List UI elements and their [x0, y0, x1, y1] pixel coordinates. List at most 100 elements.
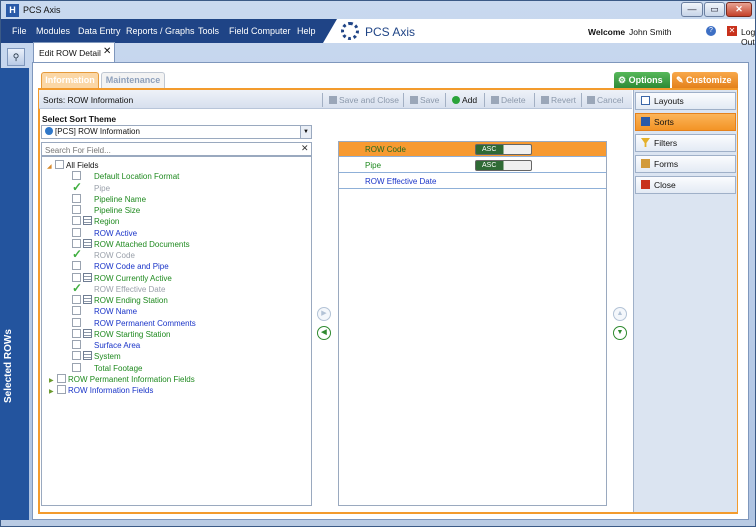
save-and-close-button[interactable]: Save and Close — [329, 95, 399, 105]
tree-field-label: Pipe — [94, 184, 111, 193]
tree-field-row[interactable]: System — [72, 351, 121, 362]
sort-row[interactable]: ROW Effective Date — [339, 174, 606, 189]
tree-field-row[interactable]: ✓ ROW Code — [72, 248, 135, 261]
toolbar-divider — [581, 93, 582, 107]
tree-group-row[interactable]: ▶ ROW Permanent Information Fields — [49, 374, 195, 385]
tree-field-row[interactable]: Pipeline Name — [72, 194, 146, 205]
chevron-down-icon[interactable]: ▼ — [300, 126, 311, 138]
cancel-button[interactable]: Cancel — [587, 95, 623, 105]
window-title: PCS Axis — [23, 5, 61, 15]
tree-field-row[interactable]: ROW Name — [72, 306, 137, 317]
tree-field-row[interactable]: Pipeline Size — [72, 205, 140, 216]
menu-file[interactable]: File — [12, 26, 27, 36]
tab-information[interactable]: Information — [41, 72, 99, 88]
checkbox[interactable] — [72, 295, 81, 304]
tree-field-row[interactable]: Surface Area — [72, 340, 140, 351]
help-icon[interactable]: ? — [706, 26, 716, 36]
checkbox[interactable] — [72, 216, 81, 225]
tree-group-row[interactable]: ▶ ROW Information Fields — [49, 385, 153, 396]
logout-link[interactable]: Log Out — [741, 27, 755, 47]
close-window-button[interactable]: ✕ — [726, 2, 752, 17]
checkbox[interactable] — [72, 351, 81, 360]
tree-root-row[interactable]: ◢ All Fields — [47, 160, 98, 171]
expand-arrow-icon[interactable]: ◢ — [47, 162, 55, 173]
nav-layouts[interactable]: Layouts — [635, 92, 736, 110]
sort-theme-select[interactable]: [PCS] ROW Information — [41, 125, 312, 139]
move-up-arrow-icon[interactable]: ▲ — [613, 307, 627, 321]
nav-forms-label: Forms — [654, 159, 679, 169]
menu-tools[interactable]: Tools — [198, 26, 219, 36]
save-icon — [410, 96, 418, 104]
search-icon[interactable]: ⚲ — [7, 48, 25, 66]
delete-button[interactable]: Delete — [491, 95, 526, 105]
revert-button[interactable]: Revert — [541, 95, 576, 105]
options-button[interactable]: ⚙ Options — [614, 72, 670, 88]
nav-forms[interactable]: Forms — [635, 155, 736, 173]
customize-nav — [633, 90, 737, 512]
tree-field-label: ROW Currently Active — [94, 274, 172, 283]
close-tab-icon[interactable]: ✕ — [103, 46, 111, 57]
checkbox[interactable] — [72, 340, 81, 349]
tree-field-row[interactable]: ✓ ROW Effective Date — [72, 282, 165, 295]
checkbox[interactable] — [72, 363, 81, 372]
minimize-button[interactable]: — — [681, 2, 703, 17]
tree-field-row[interactable]: ROW Active — [72, 228, 137, 239]
menu-modules[interactable]: Modules — [36, 26, 70, 36]
tree-field-label: System — [94, 352, 121, 361]
sort-order-toggle[interactable]: ASC — [475, 160, 532, 171]
tree-field-row[interactable]: ROW Permanent Comments — [72, 318, 196, 329]
sort-row[interactable]: ROW Code — [339, 142, 606, 157]
checkbox[interactable] — [57, 385, 66, 394]
checkbox[interactable] — [72, 228, 81, 237]
tree-field-row[interactable]: ROW Attached Documents — [72, 239, 190, 250]
nav-sorts[interactable]: Sorts — [635, 113, 736, 131]
save-button[interactable]: Save — [410, 95, 439, 105]
tree-field-row[interactable]: ✓ Pipe — [72, 181, 111, 194]
checkbox[interactable] — [72, 306, 81, 315]
nav-close-label: Close — [654, 180, 676, 190]
customize-button[interactable]: ✎ Customize — [672, 72, 738, 88]
checkbox[interactable] — [55, 160, 64, 169]
tree-field-label: ROW Ending Station — [94, 296, 168, 305]
sort-row[interactable]: Pipe — [339, 158, 606, 173]
field-search-input[interactable] — [41, 142, 312, 156]
nav-filters-label: Filters — [654, 138, 678, 148]
move-down-arrow-icon[interactable]: ▼ — [613, 326, 627, 340]
checkbox[interactable] — [72, 194, 81, 203]
sort-order-toggle[interactable]: ASC — [475, 144, 532, 155]
selected-rows-panel[interactable]: Selected ROWs — [0, 68, 29, 520]
tree-field-row[interactable]: ROW Code and Pipe — [72, 261, 169, 272]
logout-icon[interactable]: ✕ — [727, 26, 737, 36]
grid-field-icon — [83, 273, 92, 282]
expand-arrow-icon[interactable]: ▶ — [49, 387, 57, 398]
status-bar — [1, 520, 755, 526]
checkbox[interactable] — [72, 205, 81, 214]
tree-field-row[interactable]: Total Footage — [72, 363, 142, 374]
menu-field-computer[interactable]: Field Computer — [229, 26, 291, 36]
tree-field-row[interactable]: ROW Ending Station — [72, 295, 168, 306]
checkbox[interactable] — [72, 261, 81, 270]
document-tab-label: Edit ROW Detail — [39, 48, 101, 58]
menu-help[interactable]: Help — [297, 26, 316, 36]
tree-field-row[interactable]: Default Location Format — [72, 171, 179, 182]
tree-field-row[interactable]: ROW Starting Station — [72, 329, 170, 340]
nav-close[interactable]: Close — [635, 176, 736, 194]
menu-data-entry[interactable]: Data Entry — [78, 26, 121, 36]
checkbox[interactable] — [72, 171, 81, 180]
tree-field-row[interactable]: ROW Currently Active — [72, 273, 172, 284]
nav-filters[interactable]: Filters — [635, 134, 736, 152]
toolbar-divider — [445, 93, 446, 107]
tree-field-row[interactable]: Region — [72, 216, 119, 227]
move-right-arrow-icon[interactable]: ▶ — [317, 307, 331, 321]
checkbox[interactable] — [72, 329, 81, 338]
move-left-arrow-icon[interactable]: ◀ — [317, 326, 331, 340]
restore-button[interactable]: ▭ — [704, 2, 725, 17]
checkbox[interactable] — [57, 374, 66, 383]
checkbox[interactable] — [72, 318, 81, 327]
add-button[interactable]: Add — [452, 95, 477, 105]
menu-reports-graphs[interactable]: Reports / Graphs — [126, 26, 195, 36]
options-label: Options — [628, 75, 663, 85]
sort-theme-value: [PCS] ROW Information — [55, 127, 140, 136]
tab-maintenance[interactable]: Maintenance — [101, 72, 165, 88]
clear-search-icon[interactable]: ✕ — [301, 143, 309, 154]
